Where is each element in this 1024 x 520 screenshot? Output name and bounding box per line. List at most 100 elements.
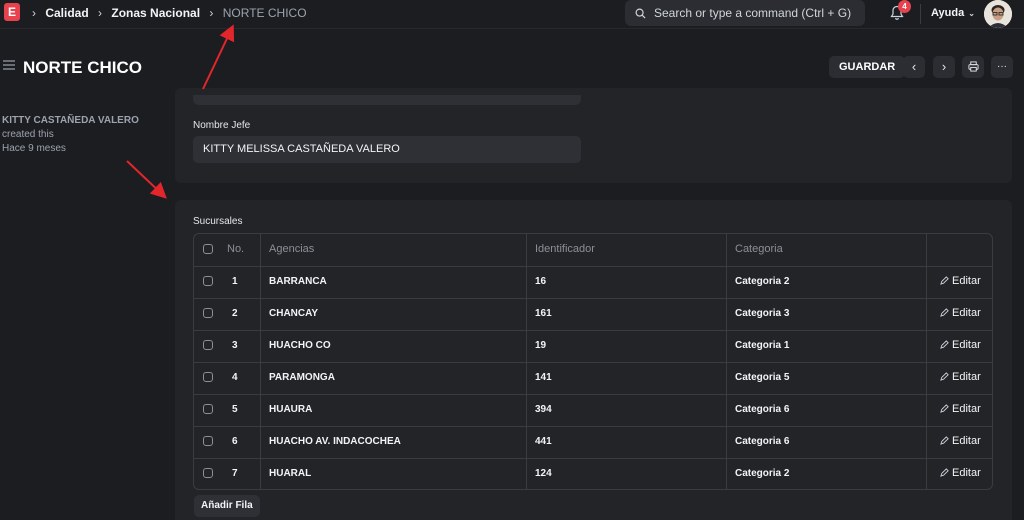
top-navbar: E › Calidad › Zonas Nacional › NORTE CHI… (0, 0, 1024, 29)
previous-field-input[interactable] (193, 95, 581, 105)
pencil-icon (940, 276, 949, 285)
edit-label: Editar (952, 467, 981, 479)
table-row[interactable]: 1 BARRANCA 16 Categoria 2 Editar (194, 266, 992, 299)
next-record-button[interactable]: › (933, 56, 955, 78)
page-title: NORTE CHICO (23, 58, 142, 77)
agencia-cell[interactable]: HUARAL (269, 458, 311, 489)
edit-row-button[interactable]: Editar (940, 362, 981, 394)
more-options-button[interactable]: ··· (991, 56, 1013, 78)
field-label-sucursales: Sucursales (193, 216, 243, 227)
edit-label: Editar (952, 339, 981, 351)
categoria-cell[interactable]: Categoria 2 (735, 458, 789, 489)
row-checkbox[interactable] (203, 372, 213, 382)
table-row[interactable]: 4 PARAMONGA 141 Categoria 5 Editar (194, 362, 992, 395)
field-label-nombre-jefe: Nombre Jefe (193, 120, 251, 131)
save-button[interactable]: GUARDAR (829, 56, 906, 78)
row-number: 7 (232, 468, 238, 479)
print-button[interactable] (962, 56, 984, 78)
table-header-row: No. Agencias Identificador Categoria (194, 234, 992, 267)
agencia-cell[interactable]: CHANCAY (269, 298, 318, 330)
edit-row-button[interactable]: Editar (940, 266, 981, 298)
row-checkbox[interactable] (203, 340, 213, 350)
creator-name[interactable]: KITTY CASTAÑEDA VALERO (2, 114, 139, 128)
chevron-right-icon: › (941, 59, 947, 74)
app-logo[interactable]: E (4, 3, 20, 21)
column-header-agencias[interactable]: Agencias (269, 234, 314, 266)
notification-count-badge: 4 (898, 0, 911, 13)
pencil-icon (940, 404, 949, 413)
identificador-cell[interactable]: 124 (535, 458, 552, 489)
categoria-cell[interactable]: Categoria 2 (735, 266, 789, 298)
previous-record-button[interactable]: ‹ (903, 56, 925, 78)
breadcrumb: › Calidad › Zonas Nacional › NORTE CHICO (30, 5, 307, 20)
edit-row-button[interactable]: Editar (940, 458, 981, 489)
search-icon (635, 8, 646, 19)
row-number: 6 (232, 436, 238, 447)
table-row[interactable]: 2 CHANCAY 161 Categoria 3 Editar (194, 298, 992, 331)
sucursales-table: No. Agencias Identificador Categoria 1 B… (193, 233, 993, 490)
nombre-jefe-field[interactable]: KITTY MELISSA CASTAÑEDA VALERO (193, 136, 581, 163)
edit-row-button[interactable]: Editar (940, 298, 981, 330)
categoria-cell[interactable]: Categoria 1 (735, 330, 789, 362)
divider (920, 4, 921, 24)
breadcrumb-item-current: NORTE CHICO (222, 5, 307, 20)
column-header-identificador[interactable]: Identificador (535, 234, 595, 266)
agencia-cell[interactable]: HUACHO AV. INDACOCHEA (269, 426, 401, 458)
categoria-cell[interactable]: Categoria 5 (735, 362, 789, 394)
pencil-icon (940, 308, 949, 317)
table-row[interactable]: 5 HUAURA 394 Categoria 6 Editar (194, 394, 992, 427)
help-dropdown[interactable]: Ayuda ⌄ (931, 7, 975, 19)
chevron-down-icon: ⌄ (968, 9, 975, 18)
row-checkbox[interactable] (203, 404, 213, 414)
edit-row-button[interactable]: Editar (940, 426, 981, 458)
edit-label: Editar (952, 435, 981, 447)
categoria-cell[interactable]: Categoria 6 (735, 426, 789, 458)
add-row-button[interactable]: Añadir Fila (194, 495, 260, 517)
row-number: 5 (232, 404, 238, 415)
agencia-cell[interactable]: HUACHO CO (269, 330, 331, 362)
timeline-meta: KITTY CASTAÑEDA VALERO created this Hace… (2, 114, 139, 156)
agencia-cell[interactable]: PARAMONGA (269, 362, 335, 394)
creator-action: created this (2, 129, 54, 140)
identificador-cell[interactable]: 394 (535, 394, 552, 426)
identificador-cell[interactable]: 161 (535, 298, 552, 330)
edit-label: Editar (952, 403, 981, 415)
row-checkbox[interactable] (203, 436, 213, 446)
column-header-no[interactable]: No. (227, 234, 244, 266)
agencia-cell[interactable]: HUAURA (269, 394, 312, 426)
row-checkbox[interactable] (203, 276, 213, 286)
edit-row-button[interactable]: Editar (940, 330, 981, 362)
annotation-arrow-breadcrumb (202, 24, 235, 90)
row-checkbox[interactable] (203, 468, 213, 478)
categoria-cell[interactable]: Categoria 6 (735, 394, 789, 426)
breadcrumb-separator-icon: › (98, 5, 103, 20)
breadcrumb-item-zonas-nacional[interactable]: Zonas Nacional (111, 6, 200, 20)
table-row[interactable]: 6 HUACHO AV. INDACOCHEA 441 Categoria 6 … (194, 426, 992, 459)
identificador-cell[interactable]: 441 (535, 426, 552, 458)
row-number: 1 (232, 276, 238, 287)
select-all-checkbox[interactable] (203, 244, 213, 254)
pencil-icon (940, 372, 949, 381)
column-header-categoria[interactable]: Categoria (735, 234, 783, 266)
identificador-cell[interactable]: 16 (535, 266, 546, 298)
agencia-cell[interactable]: BARRANCA (269, 266, 327, 298)
pencil-icon (940, 436, 949, 445)
user-avatar[interactable] (984, 0, 1012, 28)
row-number: 3 (232, 340, 238, 351)
table-row[interactable]: 3 HUACHO CO 19 Categoria 1 Editar (194, 330, 992, 363)
edit-row-button[interactable]: Editar (940, 394, 981, 426)
row-checkbox[interactable] (203, 308, 213, 318)
created-time: Hace 9 meses (2, 143, 66, 154)
search-bar[interactable]: Search or type a command (Ctrl + G) (625, 0, 865, 26)
table-row[interactable]: 7 HUARAL 124 Categoria 2 Editar (194, 458, 992, 489)
categoria-cell[interactable]: Categoria 3 (735, 298, 789, 330)
pencil-icon (940, 468, 949, 477)
hamburger-menu-icon[interactable] (3, 60, 15, 70)
identificador-cell[interactable]: 141 (535, 362, 552, 394)
pencil-icon (940, 340, 949, 349)
breadcrumb-item-calidad[interactable]: Calidad (45, 6, 88, 20)
identificador-cell[interactable]: 19 (535, 330, 546, 362)
breadcrumb-separator-icon: › (209, 5, 214, 20)
annotation-arrow-table (126, 160, 167, 199)
chevron-left-icon: ‹ (911, 59, 917, 74)
